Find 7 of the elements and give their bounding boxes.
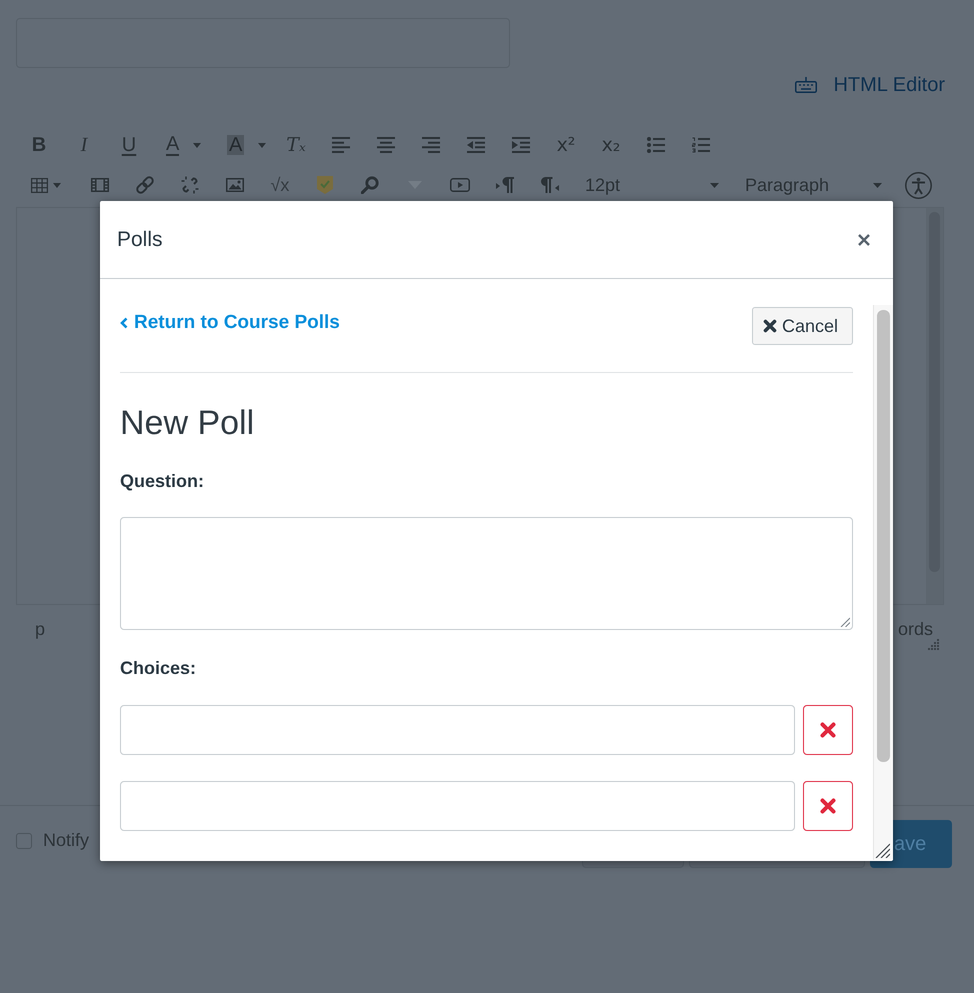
dialog-title: Polls <box>117 228 163 252</box>
word-count: ords <box>898 619 933 639</box>
choices-label: Choices: <box>120 657 198 680</box>
poll-heading: New Poll <box>120 403 256 443</box>
question-label: Question: <box>120 470 205 493</box>
element-path: p <box>35 619 46 639</box>
notify-label: Notify <box>43 830 90 851</box>
